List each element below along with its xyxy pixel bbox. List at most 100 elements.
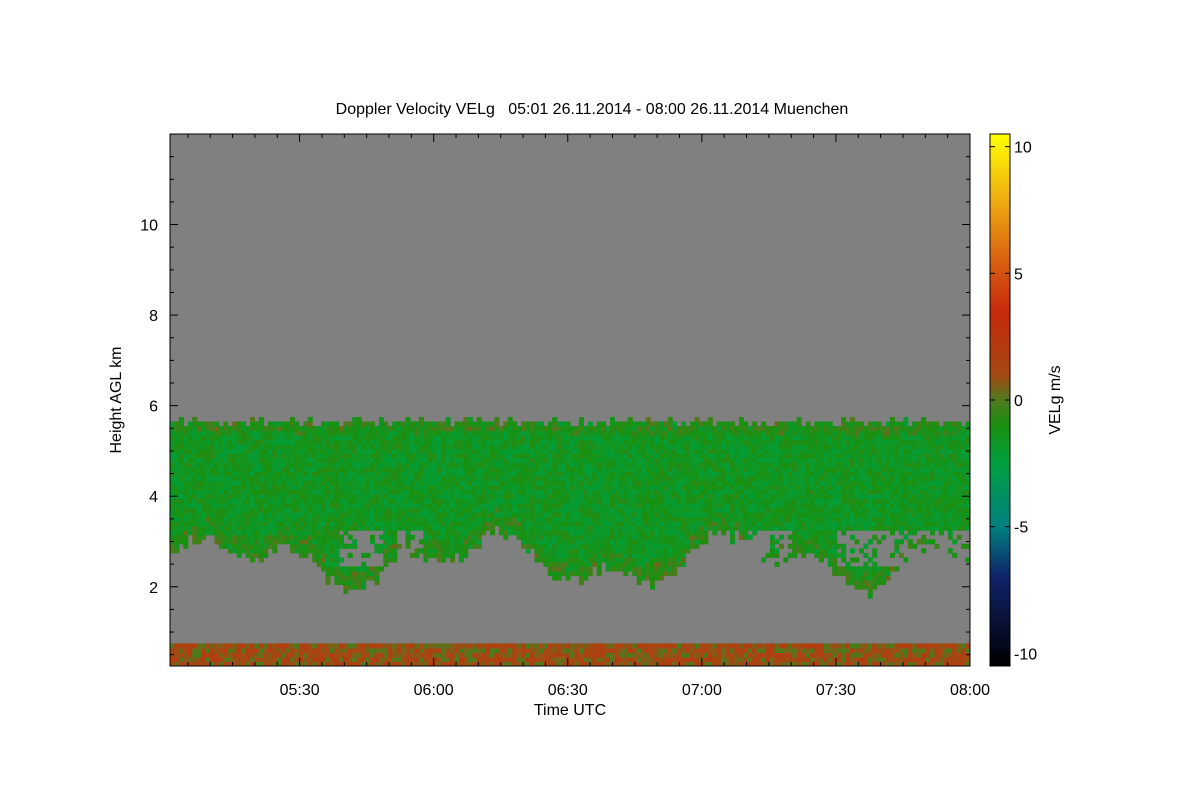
heatmap-cell <box>623 552 629 558</box>
heatmap-cell <box>538 484 544 491</box>
heatmap-cell <box>450 516 456 522</box>
heatmap-cell <box>632 570 638 577</box>
heatmap-cell <box>338 498 344 504</box>
heatmap-cell <box>530 457 536 463</box>
heatmap-cell <box>392 512 398 518</box>
heatmap-cell <box>232 439 238 445</box>
heatmap-cell <box>374 525 380 531</box>
heatmap-cell <box>330 534 336 540</box>
heatmap-cell <box>761 466 767 472</box>
heatmap-cell <box>245 548 251 554</box>
heatmap-cell <box>267 471 273 477</box>
heatmap-cell <box>436 426 442 432</box>
heatmap-cell <box>316 512 322 518</box>
heatmap-cell <box>596 530 602 536</box>
heatmap-cell <box>618 457 624 463</box>
heatmap-cell <box>410 448 416 454</box>
heatmap-cell <box>254 457 260 463</box>
heatmap-cell <box>570 453 576 459</box>
heatmap-cell <box>712 647 718 654</box>
heatmap-cell <box>187 516 193 522</box>
heatmap-cell <box>330 475 336 481</box>
heatmap-cell <box>303 457 309 463</box>
heatmap-cell <box>650 426 656 432</box>
heatmap-cell <box>516 521 522 527</box>
heatmap-cell <box>432 453 438 459</box>
heatmap-cell <box>254 462 260 468</box>
heatmap-cell <box>761 457 767 463</box>
heatmap-cell <box>343 498 349 504</box>
heatmap-cell <box>285 656 291 663</box>
heatmap-cell <box>374 453 380 459</box>
heatmap-cell <box>365 570 371 577</box>
heatmap-cell <box>570 512 576 518</box>
heatmap-cell <box>774 643 780 649</box>
heatmap-cell <box>414 439 420 445</box>
heatmap-cell <box>227 656 233 663</box>
heatmap-cell <box>698 647 704 654</box>
heatmap-cell <box>334 439 340 445</box>
heatmap-cell <box>743 647 749 654</box>
heatmap-cell <box>178 489 184 495</box>
heatmap-cell <box>343 439 349 445</box>
heatmap-cell <box>174 453 180 459</box>
heatmap-cell <box>423 557 429 563</box>
heatmap-cell <box>201 643 207 649</box>
heatmap-cell <box>392 503 398 509</box>
heatmap-cell <box>547 457 553 463</box>
heatmap-cell <box>627 561 633 567</box>
heatmap-cell <box>712 521 718 527</box>
heatmap-cell <box>241 444 247 450</box>
heatmap-cell <box>472 453 478 459</box>
heatmap-cell <box>778 453 784 459</box>
heatmap-cell <box>463 430 469 436</box>
heatmap-cell <box>178 521 184 527</box>
heatmap-cell <box>374 462 380 468</box>
heatmap-cell <box>654 575 660 581</box>
heatmap-cell <box>321 489 327 495</box>
heatmap-cell <box>343 652 349 658</box>
heatmap-cell <box>596 539 602 545</box>
heatmap-cell <box>187 489 193 495</box>
heatmap-cell <box>338 647 344 654</box>
heatmap-cell <box>418 435 424 441</box>
heatmap-cell <box>787 512 793 518</box>
heatmap-cell <box>303 426 309 432</box>
heatmap-cell <box>676 503 682 509</box>
heatmap-cell <box>578 471 584 477</box>
heatmap-cell <box>223 656 229 663</box>
heatmap-cell <box>396 426 402 432</box>
heatmap-cell <box>174 548 180 554</box>
heatmap-cell <box>530 643 536 649</box>
heatmap-cell <box>690 539 696 545</box>
heatmap-cell <box>245 471 251 477</box>
heatmap-cell <box>338 539 344 545</box>
heatmap-cell <box>752 453 758 459</box>
heatmap-cell <box>387 530 393 536</box>
heatmap-cell <box>276 498 282 504</box>
heatmap-cell <box>378 421 384 427</box>
heatmap-cell <box>205 430 211 436</box>
heatmap-cell <box>774 466 780 472</box>
heatmap-cell <box>463 448 469 454</box>
heatmap-cell <box>307 647 313 654</box>
heatmap-cell <box>214 656 220 663</box>
heatmap-cell <box>387 557 393 563</box>
heatmap-cell <box>236 643 242 649</box>
heatmap-cell <box>770 552 776 558</box>
heatmap-cell <box>321 516 327 522</box>
heatmap-cell <box>690 475 696 481</box>
heatmap-cell <box>627 548 633 554</box>
heatmap-cell <box>201 471 207 477</box>
heatmap-cell <box>476 430 482 436</box>
heatmap-cell <box>685 448 691 454</box>
heatmap-cell <box>387 525 393 531</box>
heatmap-cell <box>601 525 607 531</box>
heatmap-cell <box>730 462 736 468</box>
heatmap-cell <box>201 435 207 441</box>
heatmap-cell <box>458 453 464 459</box>
heatmap-cell <box>792 480 798 486</box>
heatmap-cell <box>498 471 504 477</box>
heatmap-cell <box>601 503 607 509</box>
heatmap-cell <box>605 656 611 663</box>
